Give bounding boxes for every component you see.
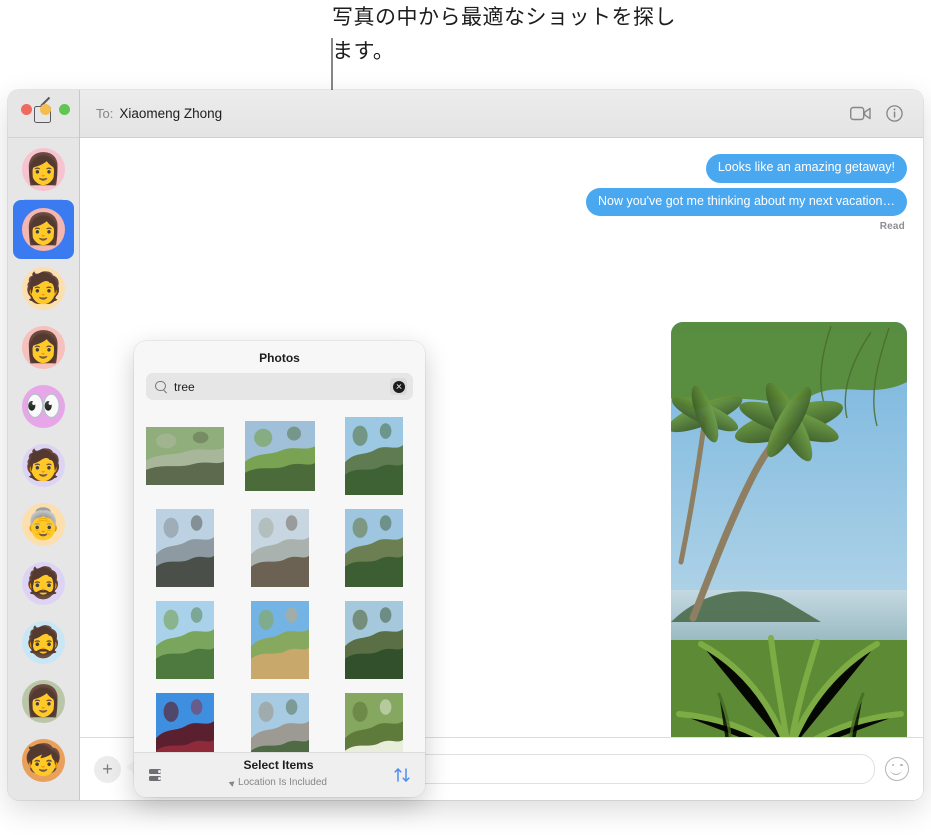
window-controls xyxy=(21,104,70,115)
avatar: 🧒 xyxy=(22,739,65,782)
avatar: 🧑 xyxy=(22,444,65,487)
add-attachment-button[interactable]: + xyxy=(94,755,121,783)
smiley-face-icon[interactable] xyxy=(885,757,909,781)
sort-arrows-icon[interactable] xyxy=(393,766,411,784)
sidebar-item-conversation-5[interactable]: 👀 xyxy=(13,377,74,436)
sidebar-item-conversation-2[interactable]: 👩 xyxy=(13,200,74,259)
avatar: 👩 xyxy=(22,326,65,369)
photo-grid-row xyxy=(146,410,413,502)
tropical-beach-palms-photo[interactable] xyxy=(671,322,907,737)
photo-library-icon[interactable] xyxy=(148,767,164,783)
minimize-button[interactable] xyxy=(40,104,51,115)
photo-palms-sky[interactable] xyxy=(146,601,224,679)
avatar: 🧑 xyxy=(22,267,65,310)
sidebar-item-conversation-8[interactable]: 🧔 xyxy=(13,554,74,613)
photo-thumbnail xyxy=(250,509,309,587)
sidebar-item-conversation-4[interactable]: 👩 xyxy=(13,318,74,377)
avatar: 👵 xyxy=(22,503,65,546)
message-bubble[interactable]: Looks like an amazing getaway! xyxy=(705,154,907,183)
sidebar-item-conversation-11[interactable]: 🧒 xyxy=(13,731,74,790)
sidebar-item-conversation-7[interactable]: 👵 xyxy=(13,495,74,554)
sidebar-item-conversation-9[interactable]: 🧔 xyxy=(13,613,74,672)
photo-thumbnail xyxy=(345,509,403,587)
photo-palm-path[interactable] xyxy=(335,601,413,679)
popover-footer: Select Items Location Is Included xyxy=(134,752,425,797)
photo-thumbnail xyxy=(345,601,403,679)
photo-rocky-creek[interactable] xyxy=(146,417,224,495)
photo-thumbnail xyxy=(156,693,214,752)
photo-red-leaves[interactable] xyxy=(146,693,224,752)
photo-grid-row xyxy=(146,686,413,752)
sidebar-item-conversation-10[interactable]: 👩 xyxy=(13,672,74,731)
recipient-name: Xiaomeng Zhong xyxy=(119,106,223,121)
message-row: Now you've got me thinking about my next… xyxy=(96,187,907,217)
zoom-button[interactable] xyxy=(59,104,70,115)
photo-search-field[interactable] xyxy=(146,373,413,400)
close-button[interactable] xyxy=(21,104,32,115)
avatar: 👩 xyxy=(22,148,65,191)
avatar: 👩 xyxy=(22,208,65,251)
location-arrow-icon xyxy=(228,778,237,787)
photo-thumbnail xyxy=(244,421,315,491)
conversation-header: To: Xiaomeng Zhong xyxy=(80,90,923,138)
to-label: To: xyxy=(96,106,114,121)
conversation-list: 👩 👩 🧑 👩 👀 🧑 👵 🧔 🧔 👩 🧒 xyxy=(8,138,79,790)
info-icon[interactable] xyxy=(879,99,909,129)
photo-sea-cliff-2[interactable] xyxy=(241,509,319,587)
photos-popover: Photos Select Items Location Is Included xyxy=(134,341,425,797)
photo-grid-row xyxy=(146,502,413,594)
footer-status: Select Items Location Is Included xyxy=(164,757,393,791)
photo-thumbnail xyxy=(250,693,309,752)
photo-white-flower[interactable] xyxy=(335,693,413,752)
photo-grid-row xyxy=(146,594,413,686)
popover-title: Photos xyxy=(259,351,300,365)
search-icon xyxy=(155,380,167,393)
photo-sea-cliff-1[interactable] xyxy=(146,509,224,587)
photo-thumbnail xyxy=(156,601,214,679)
photo-thumbnail xyxy=(146,427,224,485)
location-included-label: Location Is Included xyxy=(228,776,327,789)
photo-palm-coast[interactable] xyxy=(335,417,413,495)
photo-green-meadow[interactable] xyxy=(241,417,319,495)
photo-grid xyxy=(134,410,425,752)
photo-dog-in-field[interactable] xyxy=(241,601,319,679)
annotation-caption: 写真の中から最適なショットを探します。 xyxy=(332,5,676,63)
avatar: 👀 xyxy=(22,385,65,428)
photo-thumbnail xyxy=(345,417,403,495)
message-row: Looks like an amazing getaway! xyxy=(96,154,907,183)
sidebar-item-conversation-1[interactable]: 👩 xyxy=(13,140,74,199)
sidebar-item-conversation-3[interactable]: 🧑 xyxy=(13,259,74,318)
search-input[interactable] xyxy=(174,379,390,394)
photo-beach-cove[interactable] xyxy=(241,693,319,752)
avatar: 🧔 xyxy=(22,621,65,664)
photo-thumbnail xyxy=(250,601,309,679)
sidebar-item-conversation-6[interactable]: 🧑 xyxy=(13,436,74,495)
avatar: 🧔 xyxy=(22,562,65,605)
read-receipt: Read xyxy=(879,221,905,233)
avatar: 👩 xyxy=(22,680,65,723)
photo-thumbnail xyxy=(345,693,403,752)
clear-text-icon[interactable] xyxy=(390,378,407,395)
select-items-label: Select Items xyxy=(243,757,314,772)
video-camera-icon[interactable] xyxy=(845,99,875,129)
photo-thumbnail xyxy=(156,509,214,587)
location-included-text: Location Is Included xyxy=(238,776,327,788)
photo-jungle-river[interactable] xyxy=(335,509,413,587)
conversation-sidebar: 👩 👩 🧑 👩 👀 🧑 👵 🧔 🧔 👩 🧒 xyxy=(8,90,80,800)
message-bubble[interactable]: Now you've got me thinking about my next… xyxy=(586,187,907,217)
